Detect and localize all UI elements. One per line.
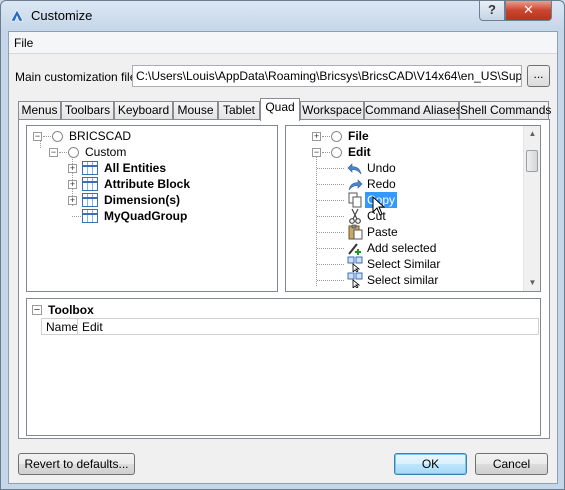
tab-command-aliases[interactable]: Command Aliases: [364, 101, 462, 120]
radio-icon: [52, 131, 63, 142]
toolbox-properties: − Toolbox Name Edit: [26, 298, 541, 436]
tab-shell-commands[interactable]: Shell Commands: [459, 101, 551, 120]
tab-toolbars[interactable]: Toolbars: [61, 101, 114, 120]
select-similar-icon: [347, 256, 363, 272]
revert-to-defaults-button[interactable]: Revert to defaults...: [18, 453, 135, 475]
command-label: Redo: [367, 177, 396, 191]
quad-tab-panel: − BRICSCAD − Custom + All Entities + Att…: [18, 119, 550, 439]
tree-label: All Entities: [104, 161, 167, 175]
help-button[interactable]: ?: [479, 1, 505, 21]
select-similar-icon: [347, 272, 363, 288]
tab-keyboard[interactable]: Keyboard: [114, 101, 173, 120]
tab-workspace[interactable]: Workspace: [300, 101, 364, 120]
property-value[interactable]: Edit: [82, 320, 103, 334]
main-file-field[interactable]: C:\Users\Louis\AppData\Roaming\Bricsys\B…: [132, 65, 522, 87]
tree-label: Attribute Block: [104, 177, 191, 191]
redo-icon: [348, 179, 363, 191]
collapse-toggle-icon[interactable]: −: [312, 148, 321, 157]
menu-bar: File: [9, 32, 557, 54]
radio-icon: [68, 147, 79, 158]
browse-button[interactable]: ...: [527, 65, 550, 87]
commands-tree[interactable]: + File − Edit Undo Redo Copy Cut Paste A…: [285, 125, 541, 292]
quad-group-icon: [82, 161, 98, 175]
bricscad-app-icon: [10, 9, 24, 22]
expand-toggle-icon[interactable]: +: [68, 196, 77, 205]
main-file-label: Main customization file:: [15, 70, 140, 84]
collapse-toggle-icon[interactable]: −: [49, 148, 58, 157]
dialog-client: File Main customization file: C:\Users\L…: [8, 31, 558, 484]
paste-icon: [348, 224, 363, 240]
property-row-name[interactable]: Name Edit: [41, 318, 539, 335]
close-button[interactable]: ✕: [505, 1, 552, 21]
expand-toggle-icon[interactable]: +: [68, 180, 77, 189]
tree-label: BRICSCAD: [69, 129, 132, 143]
add-selected-icon: [348, 243, 361, 255]
ok-button[interactable]: OK: [394, 453, 467, 475]
quad-groups-tree[interactable]: − BRICSCAD − Custom + All Entities + Att…: [26, 125, 278, 292]
tree-label: Custom: [85, 145, 127, 159]
menu-file[interactable]: File: [12, 36, 35, 50]
copy-icon: [348, 192, 362, 208]
expand-toggle-icon[interactable]: +: [312, 132, 321, 141]
tree-label: MyQuadGroup: [104, 209, 188, 223]
tree-label: Edit: [348, 145, 371, 159]
tab-tablet[interactable]: Tablet: [218, 101, 260, 120]
quad-group-icon: [82, 209, 98, 223]
toolbox-title: Toolbox: [48, 303, 94, 317]
scroll-down-icon[interactable]: ▼: [524, 275, 540, 291]
cancel-button[interactable]: Cancel: [475, 453, 548, 475]
commands-scrollbar[interactable]: ▲ ▼: [523, 126, 540, 291]
command-label: Select Similar: [367, 257, 441, 271]
command-label: Select similar: [367, 273, 439, 287]
radio-icon: [331, 147, 342, 158]
customize-dialog: Customize ? ✕ File Main customization fi…: [0, 0, 565, 490]
tree-label: File: [348, 129, 369, 143]
radio-icon: [331, 131, 342, 142]
undo-icon: [347, 163, 362, 175]
property-name: Name: [46, 320, 79, 334]
cut-icon: [349, 208, 361, 224]
tab-menus[interactable]: Menus: [18, 101, 61, 120]
tree-label: Dimension(s): [104, 193, 181, 207]
title-bar: Customize ? ✕: [1, 1, 564, 31]
window-title: Customize: [31, 8, 93, 23]
quad-group-icon: [82, 177, 98, 191]
quad-group-icon: [82, 193, 98, 207]
collapse-toggle-icon[interactable]: −: [33, 132, 42, 141]
scroll-up-icon[interactable]: ▲: [524, 126, 540, 142]
tab-quad[interactable]: Quad: [260, 98, 300, 121]
tab-mouse[interactable]: Mouse: [173, 101, 218, 120]
command-label: Paste: [367, 225, 398, 239]
expand-toggle-icon[interactable]: +: [68, 164, 77, 173]
command-label: Undo: [367, 161, 396, 175]
collapse-toggle-icon[interactable]: −: [32, 305, 42, 316]
toolbox-header[interactable]: − Toolbox: [29, 302, 539, 318]
scroll-thumb[interactable]: [526, 150, 538, 172]
command-label: Add selected: [367, 241, 437, 255]
mouse-cursor-icon: [372, 196, 386, 216]
